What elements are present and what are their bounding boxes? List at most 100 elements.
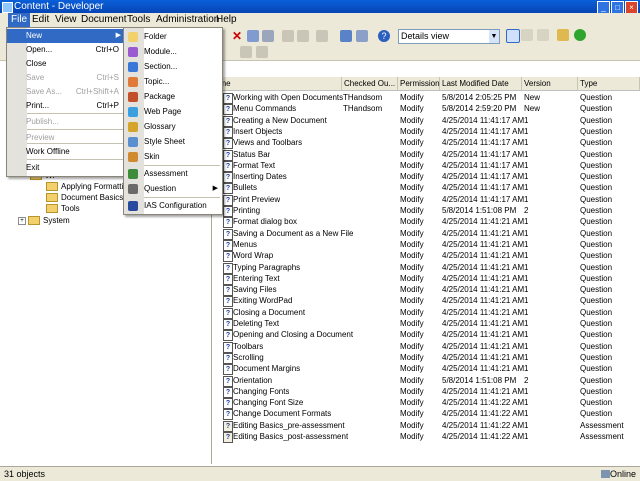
table-row[interactable]: ? Saving Files Modify 4/25/2014 11:41:21 AM… <box>213 284 640 297</box>
table-cell: Modify <box>400 296 424 306</box>
column-header-name[interactable]: ame <box>213 77 342 90</box>
menu-view[interactable]: View <box>52 13 80 27</box>
menu-document[interactable]: Document <box>78 13 130 27</box>
file-menu-item[interactable]: New ▶ <box>7 29 125 43</box>
table-row[interactable]: ? Change Document Formats Modify 4/25/2014 … <box>213 408 640 421</box>
toolbar-icon-2[interactable] <box>262 30 274 42</box>
delete-icon[interactable]: ✕ <box>232 30 244 42</box>
preview-pane-icon[interactable] <box>537 29 549 41</box>
table-row[interactable]: ? Editing Basics_pre-assessment Modify 4/25… <box>213 420 640 432</box>
new-submenu-item[interactable]: Topic... <box>124 75 222 89</box>
table-row[interactable]: ? Printing Modify 5/8/2014 1:51:08 PM 2 Quest… <box>213 205 640 217</box>
new-submenu-item[interactable]: Glossary <box>124 120 222 134</box>
table-cell: New <box>524 93 541 102</box>
table-row[interactable]: ? Working with Open Documents THandsom Modi… <box>213 92 640 104</box>
table-row[interactable]: ? Deleting Text Modify 4/25/2014 11:41:21 A… <box>213 318 640 330</box>
undo-icon[interactable] <box>282 30 294 42</box>
new-submenu-item[interactable]: Web Page <box>124 105 222 119</box>
table-row[interactable]: ? Document Margins Modify 4/25/2014 11:41:2… <box>213 363 640 376</box>
file-menu-item[interactable]: Open... Ctrl+O <box>7 43 125 57</box>
table-row[interactable]: ? Typing Paragraphs Modify 4/25/2014 11:41:… <box>213 262 640 274</box>
table-row[interactable]: ? Toolbars Modify 4/25/2014 11:41:21 AM 1 Que… <box>213 341 640 353</box>
menu-help[interactable]: Help <box>213 13 240 27</box>
table-row[interactable]: ? Orientation Modify 5/8/2014 1:51:08 PM 2 Qu… <box>213 375 640 387</box>
redo-icon[interactable] <box>297 30 309 42</box>
new-submenu-item[interactable]: IAS Configuration <box>124 199 222 213</box>
toolbar-icon-7[interactable] <box>256 46 268 58</box>
new-submenu-item[interactable]: Package <box>124 90 222 104</box>
table-row[interactable]: ? Bullets Modify 4/25/2014 11:41:17 AM 1 Ques… <box>213 182 640 195</box>
toolbar-icon-6[interactable] <box>240 46 252 58</box>
column-header-version[interactable]: Version <box>522 77 578 90</box>
table-cell: 4/25/2014 11:41:22 AM <box>442 420 525 430</box>
menu-item-label: Style Sheet <box>144 137 185 146</box>
expand-icon[interactable]: + <box>18 216 26 225</box>
find-icon[interactable] <box>340 30 352 42</box>
table-row[interactable]: ? Saving a Document as a New File Modify 4/… <box>213 228 640 240</box>
table-row[interactable]: ? Editing Basics_post-assessment Modify 4/2… <box>213 431 640 443</box>
table-row[interactable]: ? Views and Toolbars Modify 4/25/2014 11:41… <box>213 137 640 150</box>
new-submenu-item[interactable]: Style Sheet <box>124 135 222 149</box>
new-submenu-item[interactable]: Skin <box>124 150 222 164</box>
table-cell: Question <box>580 228 613 238</box>
view-select[interactable]: Details view ▼ <box>398 29 500 44</box>
menu-file[interactable]: File <box>8 13 31 27</box>
menu-administration[interactable]: Administration <box>153 13 222 27</box>
table-row[interactable]: ? Inserting Dates Modify 4/25/2014 11:41:17… <box>213 171 640 184</box>
table-row[interactable]: ? Format dialog box Modify 4/25/2014 11:41:… <box>213 216 640 229</box>
toolbar-icon-4[interactable] <box>356 30 368 42</box>
new-submenu-item[interactable]: Folder <box>124 30 222 44</box>
file-menu-item[interactable]: Work Offline <box>7 145 125 159</box>
tree-node-system[interactable]: + System <box>18 215 70 226</box>
new-submenu-item[interactable]: Question ▶ <box>124 182 222 196</box>
tree-node-label: System <box>43 216 70 225</box>
tree-node-applying-formatting[interactable]: Applying Formatting <box>46 181 132 192</box>
table-row[interactable]: ? Entering Text Modify 4/25/2014 11:41:21 A… <box>213 273 640 285</box>
table-row[interactable]: ? Exiting WordPad Modify 4/25/2014 11:41:21… <box>213 295 640 308</box>
new-submenu-item[interactable]: Assessment <box>124 167 222 181</box>
table-row[interactable]: ? Changing Font Size Modify 4/25/2014 11:41… <box>213 397 640 410</box>
toolbar-icon-3[interactable] <box>316 30 328 42</box>
details-view-icon[interactable] <box>506 29 520 43</box>
new-submenu-item[interactable]: Module... <box>124 45 222 59</box>
table-cell: Question <box>580 115 613 125</box>
tree-node-tools[interactable]: Tools <box>46 203 80 214</box>
column-header-type[interactable]: Type <box>578 77 640 90</box>
menu-edit[interactable]: Edit <box>29 13 52 27</box>
toolbar-icon-5[interactable] <box>557 29 569 41</box>
refresh-icon[interactable] <box>574 29 586 41</box>
table-row[interactable]: ? Status Bar Modify 4/25/2014 11:41:17 AM 1 Q… <box>213 149 640 161</box>
file-menu-item[interactable]: Exit <box>7 161 125 175</box>
column-header-permission[interactable]: Permission <box>398 77 440 90</box>
chevron-down-icon[interactable]: ▼ <box>489 30 499 43</box>
list-view-icon[interactable] <box>521 29 533 41</box>
menu-item-label: Assessment <box>144 169 188 178</box>
table-row[interactable]: ? Scrolling Modify 4/25/2014 11:41:21 AM 1 Qu… <box>213 352 640 364</box>
file-menu-item[interactable]: Publish... <box>7 115 125 129</box>
table-cell: 4/25/2014 11:41:17 AM <box>442 160 525 170</box>
table-row[interactable]: ? Format Text Modify 4/25/2014 11:41:17 AM 1… <box>213 160 640 172</box>
file-menu-item[interactable]: Save As... Ctrl+Shift+A <box>7 85 125 99</box>
file-menu-item[interactable]: Print... Ctrl+P <box>7 99 125 113</box>
toolbar-icon-1[interactable] <box>247 30 259 42</box>
file-menu-item[interactable]: Save Ctrl+S <box>7 71 125 85</box>
table-cell: 5/8/2014 2:59:20 PM <box>442 104 517 114</box>
column-header-last-modified[interactable]: Last Modified Date <box>440 77 522 90</box>
table-row[interactable]: ? Closing a Document Modify 4/25/2014 11:41… <box>213 307 640 319</box>
column-header-checked-out[interactable]: Checked Ou... <box>342 77 398 90</box>
table-row[interactable]: ? Print Preview Modify 4/25/2014 11:41:17 A… <box>213 194 640 206</box>
table-row[interactable]: ? Insert Objects Modify 4/25/2014 11:41:17 … <box>213 126 640 138</box>
menu-tools[interactable]: Tools <box>124 13 153 27</box>
tree-node-document-basics[interactable]: Document Basics <box>46 192 123 203</box>
table-row[interactable]: ? Changing Fonts Modify 4/25/2014 11:41:21 … <box>213 386 640 398</box>
file-menu-item[interactable]: Close <box>7 57 125 71</box>
new-submenu: Folder Module... Section... Topic... Package… <box>123 27 223 215</box>
table-row[interactable]: ? Opening and Closing a Document Modify 4/2… <box>213 329 640 342</box>
table-row[interactable]: ? Menus Modify 4/25/2014 11:41:21 AM 1 Questi… <box>213 239 640 251</box>
help-icon[interactable]: ? <box>378 30 390 42</box>
new-submenu-item[interactable]: Section... <box>124 60 222 74</box>
table-cell: Question <box>580 352 613 362</box>
table-row[interactable]: ? Word Wrap Modify 4/25/2014 11:41:21 AM 1 Qu… <box>213 250 640 263</box>
table-row[interactable]: ? Menu Commands THandsom Modify 5/8/2014 2:5… <box>213 103 640 116</box>
table-row[interactable]: ? Creating a New Document Modify 4/25/2014 … <box>213 115 640 127</box>
